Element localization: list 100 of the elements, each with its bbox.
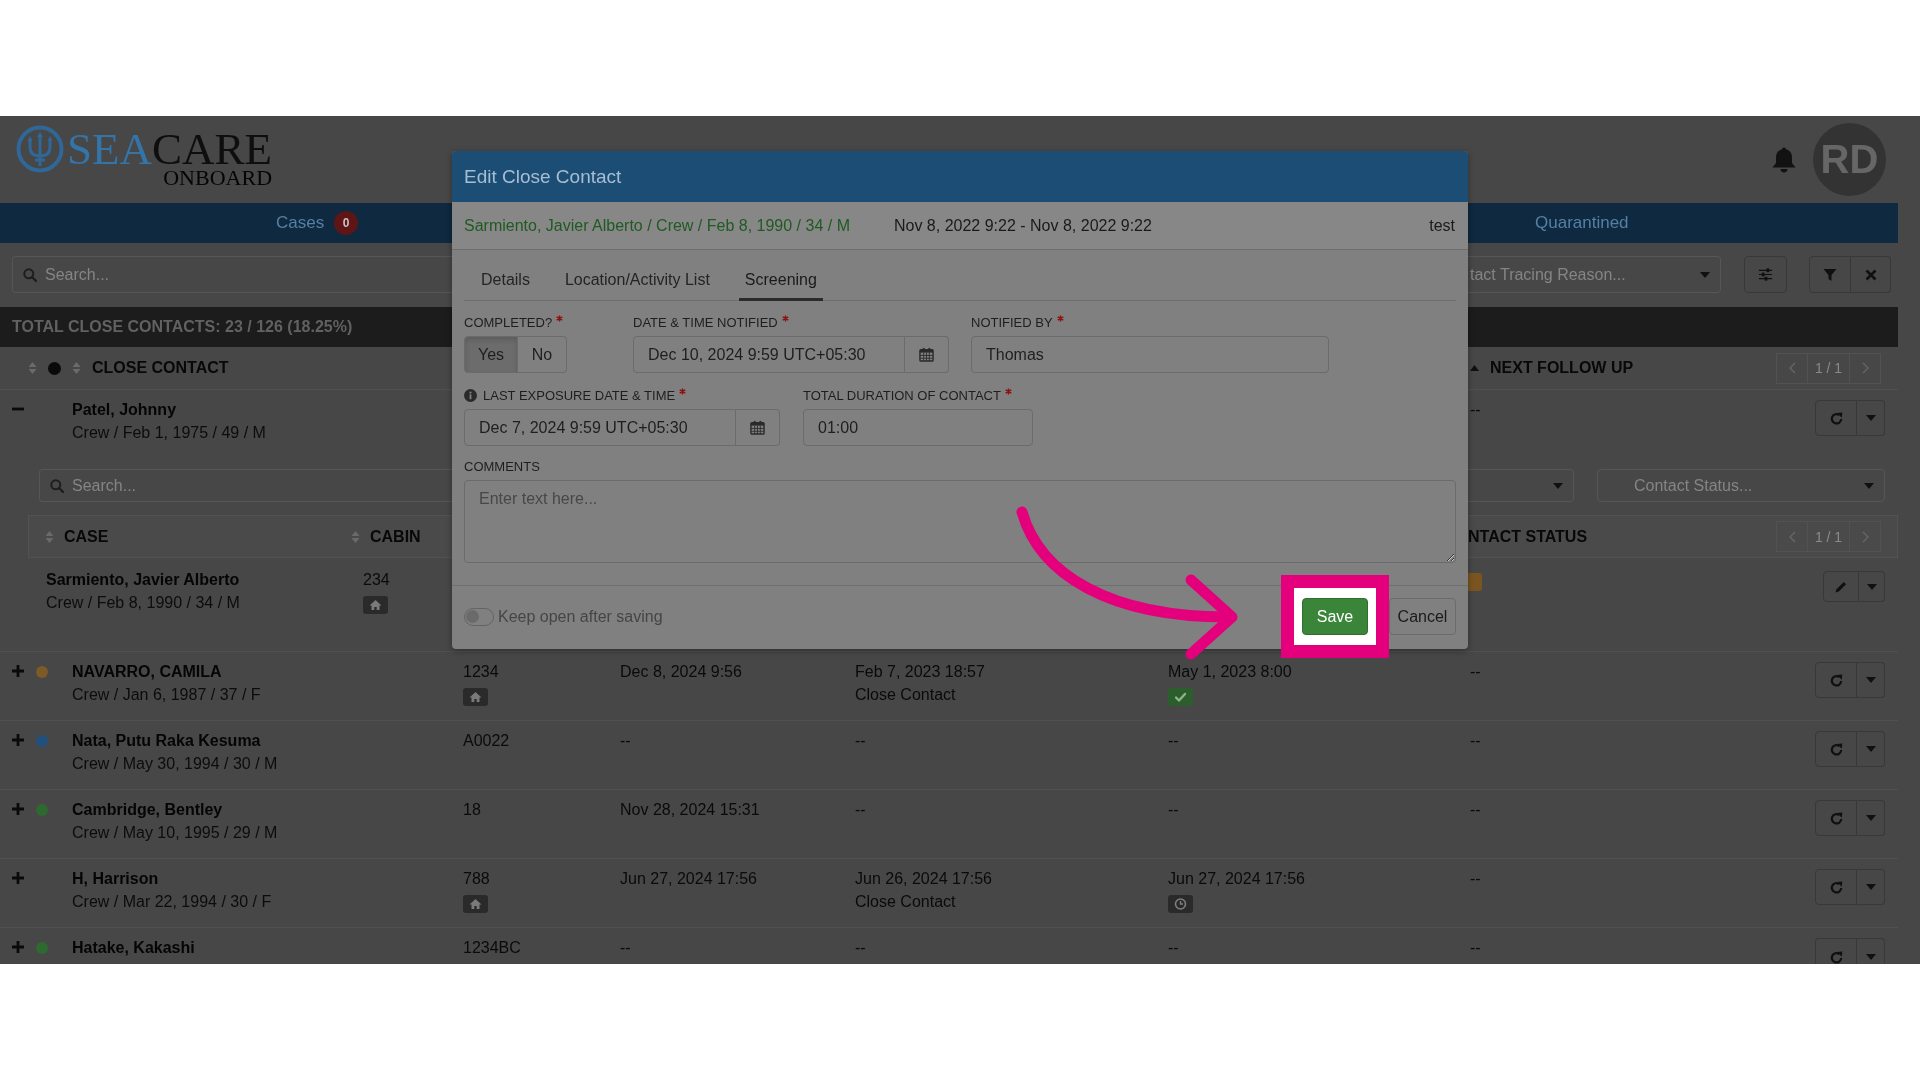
contact-details: Crew / Jan 6, 1987 / 37 / F [72, 685, 261, 705]
clock-icon [1168, 895, 1193, 913]
trident-logo-icon [16, 125, 64, 173]
table-cell: -- [1470, 731, 1481, 751]
search-field[interactable]: Search... [12, 256, 452, 293]
table-cell: Jun 27, 2024 17:56 [620, 869, 757, 889]
table-cell: Dec 8, 2024 9:56 [620, 662, 742, 682]
table-cell: 1234BC [463, 938, 521, 958]
next-page-button[interactable] [1849, 521, 1881, 552]
option-button[interactable]: No [518, 336, 567, 373]
caret-down-icon [1865, 415, 1876, 421]
duration-field[interactable]: 01:00 [803, 409, 1033, 446]
contact-name[interactable]: Patel, Johnny [72, 400, 177, 420]
contact-name[interactable]: Nata, Putu Raka Kesuma [72, 731, 261, 751]
chevron-right-icon [1861, 362, 1869, 374]
plus-icon[interactable] [12, 734, 24, 746]
plus-icon[interactable] [12, 872, 24, 884]
table-cell: -- [1470, 662, 1481, 682]
caret-down-icon [1700, 271, 1710, 278]
table-cell: -- [855, 800, 866, 820]
plus-icon[interactable] [12, 803, 24, 815]
field-label: DATE & TIME NOTIFIED [633, 315, 778, 331]
more-actions-button[interactable] [1857, 400, 1885, 436]
caret-down-icon [1865, 884, 1876, 890]
contact-tag: test [1429, 216, 1455, 235]
date-time-field[interactable]: Dec 10, 2024 9:59 UTC+05:30 [633, 336, 905, 373]
refresh-button[interactable] [1815, 662, 1857, 698]
more-actions-button[interactable] [1857, 800, 1885, 836]
more-actions-button[interactable] [1859, 571, 1885, 602]
refresh-button[interactable] [1815, 869, 1857, 905]
refresh-icon [1828, 410, 1844, 426]
contact-details: Crew / Feb 8, 1990 / 34 / M [46, 593, 240, 613]
calendar-button[interactable] [736, 409, 780, 446]
caret-down-icon [1865, 677, 1876, 683]
dot-icon[interactable] [48, 361, 61, 375]
sliders-icon [1758, 267, 1773, 282]
more-actions-button[interactable] [1857, 869, 1885, 905]
contact-name[interactable]: Cambridge, Bentley [72, 800, 223, 820]
nav-tab[interactable]: Cases [276, 213, 325, 233]
more-actions-button[interactable] [1857, 731, 1885, 767]
search-icon [23, 267, 37, 282]
caret-down-icon [1865, 954, 1876, 960]
caret-down-icon [1864, 482, 1874, 489]
filter-settings-button[interactable] [1744, 256, 1787, 293]
contact-name[interactable]: NAVARRO, CAMILA [72, 662, 222, 682]
table-cell: 18 [463, 800, 481, 820]
refresh-button[interactable] [1815, 800, 1857, 836]
refresh-button[interactable] [1815, 731, 1857, 767]
table-cell: A0022 [463, 731, 510, 751]
search-field[interactable]: Search... [39, 469, 452, 502]
save-button[interactable]: Save [1302, 598, 1368, 635]
contact-details: Crew / May 30, 1994 / 30 / M [72, 754, 278, 774]
plus-icon[interactable] [12, 941, 24, 953]
filter-dropdown[interactable]: Contact Status... [1597, 469, 1885, 502]
nav-tab[interactable]: Quarantined [1535, 213, 1629, 233]
calendar-icon [919, 347, 934, 362]
sort-icon[interactable] [28, 360, 37, 376]
column-header: CABIN [370, 527, 421, 546]
refresh-icon [1828, 950, 1844, 964]
previous-page-button[interactable] [1776, 352, 1808, 384]
table-cell: Nov 28, 2024 15:31 [620, 800, 760, 820]
next-page-button[interactable] [1849, 352, 1881, 384]
cancel-button[interactable]: Cancel [1389, 598, 1456, 635]
bell-icon[interactable] [1771, 146, 1797, 173]
calendar-button[interactable] [905, 336, 949, 373]
filter-dropdown[interactable]: tact Tracing Reason... [1468, 256, 1721, 293]
filter-button[interactable] [1809, 256, 1851, 293]
tab[interactable]: Location/Activity List [558, 261, 716, 301]
caret-up-icon[interactable] [1470, 365, 1479, 371]
sort-icon[interactable] [351, 528, 360, 545]
refresh-icon [1828, 810, 1844, 826]
more-actions-button[interactable] [1857, 938, 1885, 964]
text-field[interactable]: Thomas [971, 336, 1329, 373]
sort-icon[interactable] [72, 360, 81, 376]
date-time-field[interactable]: Dec 7, 2024 9:59 UTC+05:30 [464, 409, 736, 446]
house-icon [363, 596, 388, 614]
comments-field[interactable]: Enter text here... [464, 480, 1456, 563]
refresh-button[interactable] [1815, 938, 1857, 964]
contact-name[interactable]: H, Harrison [72, 869, 159, 889]
previous-page-button[interactable] [1776, 521, 1808, 552]
clear-filters-button[interactable] [1851, 256, 1891, 293]
edit-button[interactable] [1823, 571, 1859, 602]
refresh-button[interactable] [1815, 400, 1857, 436]
plus-icon[interactable] [12, 665, 24, 677]
table-cell: 234 [363, 570, 390, 590]
chevron-left-icon [1788, 530, 1796, 543]
contact-name[interactable]: Sarmiento, Javier Alberto [46, 570, 240, 590]
refresh-icon [1828, 672, 1844, 688]
caret-down-icon [1865, 815, 1876, 821]
tab[interactable]: Details [475, 261, 536, 301]
sort-icon[interactable] [45, 528, 54, 545]
table-cell: -- [855, 731, 866, 751]
table-cell: 1234 [463, 662, 499, 682]
contact-name[interactable]: Hatake, Kakashi [72, 938, 195, 958]
option-button[interactable]: Yes [464, 336, 518, 373]
tab[interactable]: Screening [738, 261, 823, 301]
field-label: NOTIFIED BY [971, 315, 1053, 331]
column-header: NEXT FOLLOW UP [1490, 359, 1634, 377]
more-actions-button[interactable] [1857, 662, 1885, 698]
contact-period: Nov 8, 2022 9:22 - Nov 8, 2022 9:22 [893, 216, 1152, 235]
